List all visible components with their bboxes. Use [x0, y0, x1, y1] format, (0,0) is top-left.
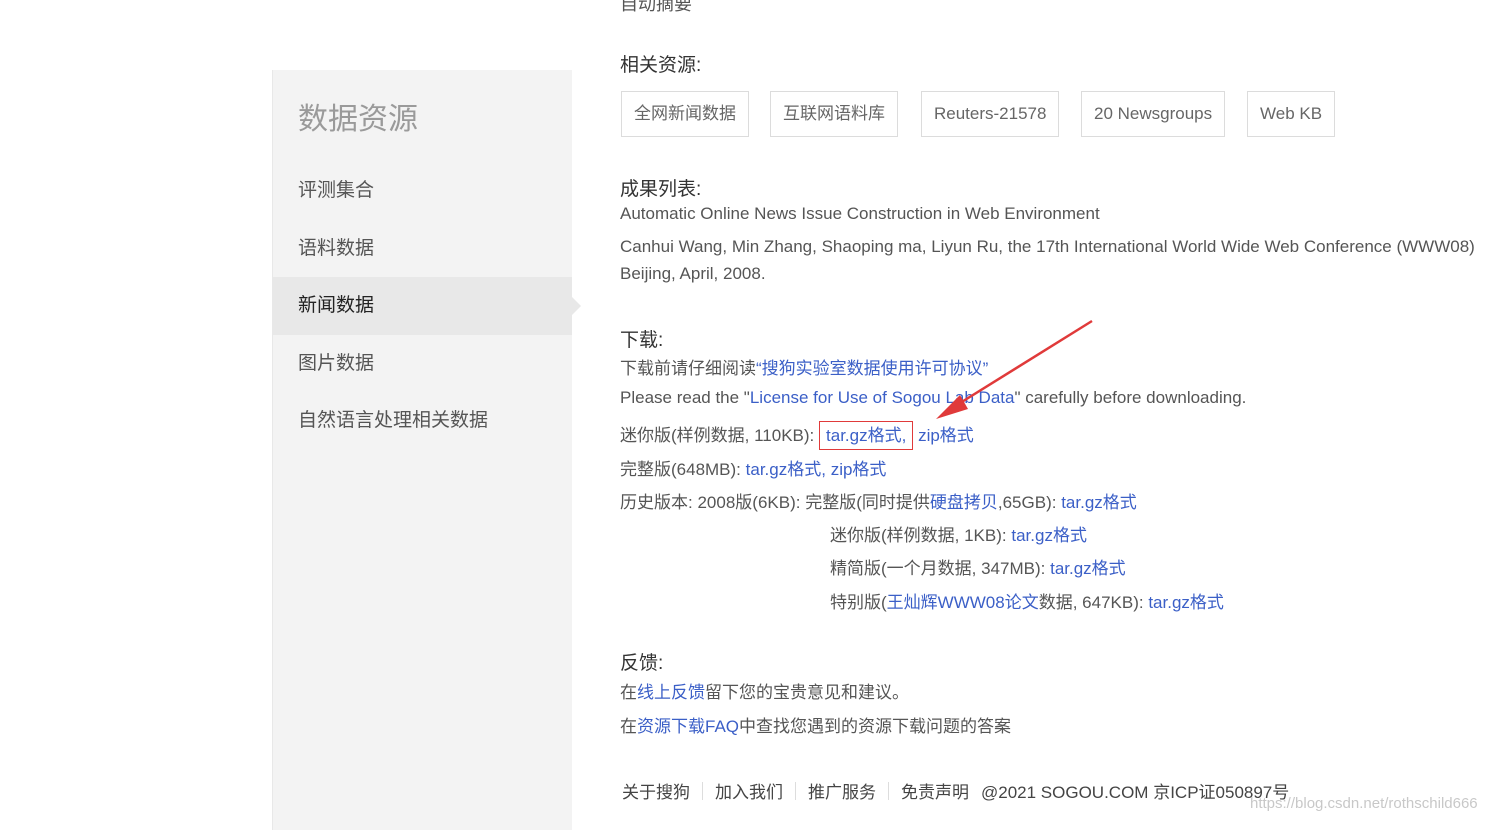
full-tar-link[interactable]: tar.gz格式,: [746, 460, 826, 479]
sidebar-item-news[interactable]: 新闻数据: [273, 277, 581, 335]
section-summary-partial: 自动摘要: [620, 0, 692, 14]
hist-special-line: 特别版(王灿辉WWW08论文数据, 647KB): tar.gz格式: [830, 588, 1224, 613]
download-faq-link[interactable]: 资源下载FAQ: [637, 717, 739, 736]
tag-all-news[interactable]: 全网新闻数据: [621, 91, 749, 137]
license-prefix-cn: 下载前请仔细阅读: [620, 359, 756, 378]
annotation-arrow: [936, 319, 1093, 419]
full-zip-link[interactable]: zip格式: [831, 460, 887, 479]
hist-lite-line: 精简版(一个月数据, 347MB): tar.gz格式: [830, 554, 1126, 579]
footer-disclaimer-link[interactable]: 免责声明: [901, 778, 969, 803]
results-title: 成果列表:: [620, 179, 702, 200]
hist-special-paper-link[interactable]: 王灿辉WWW08论文: [887, 593, 1039, 612]
history-label: 历史版本:: [620, 493, 693, 512]
footer-copyright: @2021 SOGOU.COM 京ICP证050897号: [981, 783, 1290, 802]
sidebar-title: 数据资源: [298, 103, 418, 136]
license-prefix-en: Please read the ": [620, 388, 750, 407]
footer-join-link[interactable]: 加入我们: [715, 778, 783, 803]
mini-zip-link[interactable]: zip格式: [918, 426, 974, 445]
paper-link[interactable]: Automatic Online News Issue Construction…: [620, 204, 1100, 224]
hist-full-tar-link[interactable]: tar.gz格式: [1061, 493, 1137, 512]
tag-webkb[interactable]: Web KB: [1247, 91, 1336, 137]
sidebar-item-evaluation[interactable]: 评测集合: [273, 162, 572, 220]
watermark: https://blog.csdn.net/rothschild666: [1250, 795, 1478, 812]
feedback-prefix-2: 在: [620, 717, 637, 736]
hist-full-prefix: 完整版(同时提供: [805, 493, 930, 512]
full-version-label: 完整版(648MB):: [620, 460, 741, 479]
paper-venue: Beijing, April, 2008.: [620, 264, 766, 283]
feedback-suffix-2: 中查找您遇到的资源下载问题的答案: [739, 717, 1012, 736]
hist-special-tar-link[interactable]: tar.gz格式: [1148, 593, 1224, 612]
hist-mini-line: 迷你版(样例数据, 1KB): tar.gz格式: [830, 521, 1087, 546]
tag-newsgroups[interactable]: 20 Newsgroups: [1081, 91, 1226, 137]
sidebar-item-images[interactable]: 图片数据: [273, 335, 572, 393]
feedback-line-1: 在线上反馈留下您的宝贵意见和建议。: [620, 678, 909, 703]
footer: 关于搜狗 加入我们 推广服务 免责声明 @2021 SOGOU.COM 京ICP…: [622, 778, 1289, 803]
hist-mini-label: 迷你版(样例数据, 1KB):: [830, 526, 1007, 545]
footer-about-link[interactable]: 关于搜狗: [622, 778, 690, 803]
hist-special-suffix: 数据, 647KB):: [1038, 593, 1144, 612]
history-2008-label: 2008版(6KB):: [697, 493, 801, 512]
download-title: 下载:: [620, 330, 664, 351]
hist-lite-label: 精简版(一个月数据, 347MB):: [830, 559, 1046, 578]
mini-version-line: 迷你版(样例数据, 110KB): tar.gz格式, zip格式: [620, 421, 974, 450]
paper-authors: Canhui Wang, Min Zhang, Shaoping ma, Liy…: [620, 237, 1475, 256]
mini-version-label: 迷你版(样例数据, 110KB):: [620, 426, 815, 445]
footer-ads-link[interactable]: 推广服务: [808, 778, 876, 803]
hist-mini-tar-link[interactable]: tar.gz格式: [1011, 526, 1087, 545]
hist-hdd-copy-link[interactable]: 硬盘拷贝: [930, 493, 998, 512]
tag-reuters[interactable]: Reuters-21578: [921, 91, 1060, 137]
footer-divider: [795, 781, 796, 800]
sidebar-item-corpus[interactable]: 语料数据: [273, 220, 572, 278]
feedback-suffix-1: 留下您的宝贵意见和建议。: [705, 683, 909, 702]
feedback-prefix-1: 在: [620, 683, 637, 702]
footer-divider: [888, 781, 889, 800]
feedback-line-2: 在资源下载FAQ中查找您遇到的资源下载问题的答案: [620, 712, 1011, 737]
tag-web-corpus[interactable]: 互联网语料库: [770, 91, 898, 137]
mini-tar-link[interactable]: tar.gz格式,: [819, 421, 914, 450]
hist-lite-tar-link[interactable]: tar.gz格式: [1050, 559, 1126, 578]
sidebar: 数据资源 评测集合 语料数据 新闻数据 图片数据 自然语言处理相关数据: [272, 70, 581, 830]
feedback-title: 反馈:: [620, 653, 664, 674]
online-feedback-link[interactable]: 线上反馈: [637, 683, 705, 702]
hist-special-prefix: 特别版(: [830, 593, 887, 612]
hist-full-suffix: ,65GB):: [997, 493, 1057, 512]
sidebar-item-nlp[interactable]: 自然语言处理相关数据: [273, 392, 572, 450]
full-version-line: 完整版(648MB): tar.gz格式, zip格式: [620, 455, 886, 480]
footer-divider: [702, 781, 703, 800]
history-line: 历史版本: 2008版(6KB): 完整版(同时提供硬盘拷贝,65GB): ta…: [620, 488, 1137, 513]
related-resources-title: 相关资源:: [620, 55, 702, 76]
